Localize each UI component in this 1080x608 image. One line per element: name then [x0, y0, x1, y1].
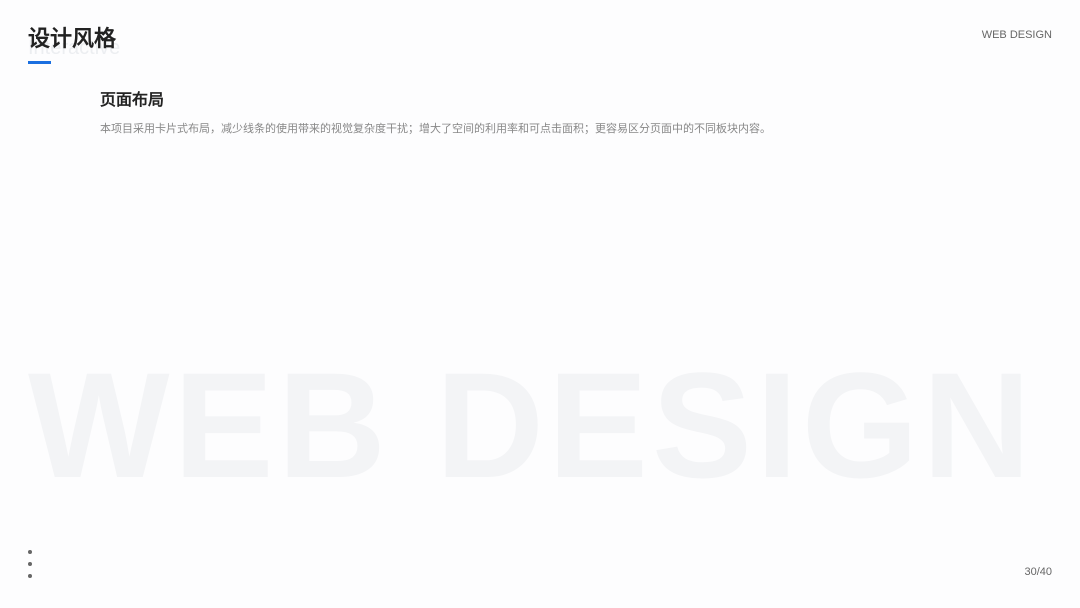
dot-icon	[28, 562, 32, 566]
page-title: 设计风格	[28, 27, 117, 52]
header-tag: WEB DESIGN	[981, 29, 1052, 41]
page-number: 30/40	[1024, 566, 1052, 578]
section-heading: 页面布局	[100, 90, 165, 109]
section-body: 本项目采用卡片式布局，减少线条的使用带来的视觉复杂度干扰；增大了空间的利用率和可…	[100, 122, 771, 135]
dot-icon	[28, 574, 32, 578]
title-accent-bar	[28, 61, 51, 64]
watermark: WEB DESIGN	[28, 341, 1035, 509]
dot-icon	[28, 550, 32, 554]
more-icon[interactable]	[28, 550, 32, 586]
